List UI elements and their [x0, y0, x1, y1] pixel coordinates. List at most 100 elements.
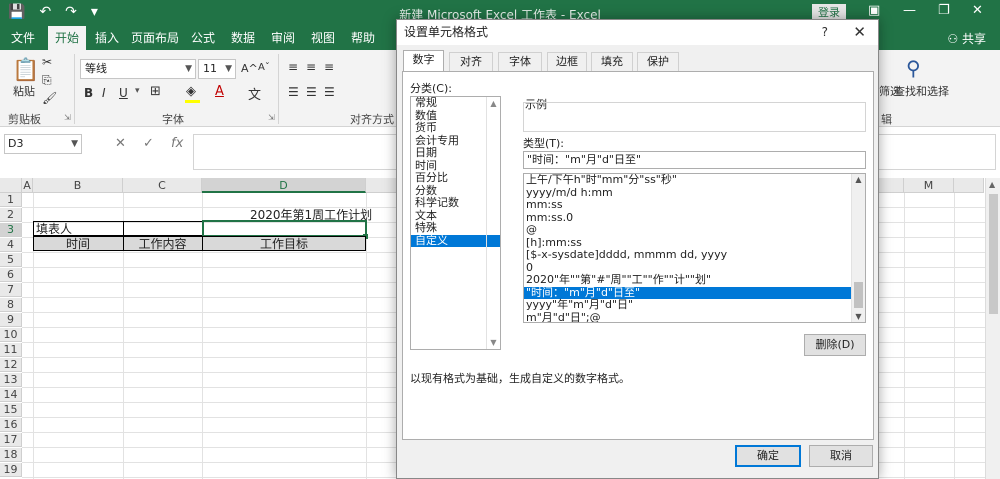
fill-color-icon[interactable]: ◈ [186, 84, 196, 99]
format-code-item[interactable]: [$-x-sysdate]dddd, mmmm dd, yyyy [524, 248, 865, 262]
tab-review[interactable]: 审阅 [266, 26, 300, 50]
phonetic-icon[interactable]: 文 [248, 84, 261, 103]
column-header-l[interactable] [878, 178, 904, 193]
close-dialog-icon[interactable]: ✕ [853, 20, 866, 45]
font-launcher-icon[interactable]: ⇲ [268, 113, 275, 122]
ok-button[interactable]: 确定 [735, 445, 801, 467]
row-header[interactable]: 8 [0, 298, 22, 312]
select-all-corner[interactable] [0, 178, 22, 193]
format-list-scrollbar[interactable]: ▲ ▼ [851, 174, 865, 322]
tab-number[interactable]: 数字 [403, 50, 444, 72]
format-code-item[interactable]: mm:ss.0 [524, 211, 865, 225]
find-and-select-label[interactable]: 查找和选择 [894, 83, 949, 99]
align-middle-icon[interactable]: ≡ [306, 60, 316, 74]
row-header[interactable]: 2 [0, 208, 22, 222]
tab-help[interactable]: 帮助 [346, 26, 380, 50]
align-top-icon[interactable]: ≡ [288, 60, 298, 74]
tab-formulas[interactable]: 公式 [186, 26, 220, 50]
tab-file[interactable]: 文件 [4, 26, 42, 50]
scroll-down-icon[interactable]: ▼ [852, 312, 865, 321]
column-header-e[interactable] [366, 178, 398, 193]
align-right-icon[interactable]: ☰ [324, 85, 335, 99]
tab-page-layout[interactable]: 页面布局 [130, 26, 180, 50]
row-header[interactable]: 16 [0, 418, 22, 432]
format-code-item[interactable]: mm:ss [524, 198, 865, 212]
vertical-scrollbar[interactable]: ▲ [985, 178, 1000, 479]
row-header[interactable]: 10 [0, 328, 22, 342]
close-window-icon[interactable]: ✕ [972, 3, 983, 18]
bold-button[interactable]: B [84, 86, 93, 100]
row-header[interactable]: 13 [0, 373, 22, 387]
row-header[interactable]: 4 [0, 238, 22, 252]
format-code-item[interactable]: @ [524, 223, 865, 237]
format-code-item[interactable]: 上午/下午h"时"mm"分"ss"秒" [524, 174, 865, 187]
tab-protection[interactable]: 保护 [637, 52, 679, 71]
scrollbar-thumb[interactable] [854, 282, 863, 308]
row-header[interactable]: 6 [0, 268, 22, 282]
tab-fill[interactable]: 填充 [591, 52, 633, 71]
column-header-d[interactable]: D [202, 178, 366, 193]
paste-button-label[interactable]: 粘贴 [13, 83, 35, 99]
row-header[interactable]: 1 [0, 193, 22, 207]
row-header[interactable]: 5 [0, 253, 22, 267]
tab-border[interactable]: 边框 [547, 52, 587, 71]
column-header-a[interactable]: A [22, 178, 33, 193]
row-header[interactable]: 14 [0, 388, 22, 402]
column-header-b[interactable]: B [33, 178, 123, 193]
font-size-select[interactable]: 11 ▼ [198, 59, 236, 79]
scroll-up-icon[interactable]: ▲ [487, 99, 500, 108]
confirm-entry-icon[interactable]: ✓ [143, 136, 154, 151]
help-icon[interactable]: ? [822, 20, 828, 45]
cancel-button[interactable]: 取消 [809, 445, 873, 467]
search-icon[interactable]: ⚲ [906, 56, 921, 80]
header-content-cell[interactable]: 工作内容 [123, 237, 202, 251]
italic-button[interactable]: I [102, 86, 106, 100]
name-box[interactable]: D3 ▼ [4, 134, 82, 154]
align-left-icon[interactable]: ☰ [288, 85, 299, 99]
underline-button[interactable]: U [119, 86, 128, 100]
format-code-item[interactable]: yyyy"年"m"月"d"日" [524, 298, 865, 312]
align-bottom-icon[interactable]: ≡ [324, 60, 334, 74]
minimize-icon[interactable]: — [903, 3, 916, 18]
tab-alignment[interactable]: 对齐 [449, 52, 493, 71]
format-code-item[interactable]: yyyy/m/d h:mm [524, 186, 865, 200]
column-header-m[interactable]: M [904, 178, 954, 193]
tab-data[interactable]: 数据 [226, 26, 260, 50]
row-header[interactable]: 15 [0, 403, 22, 417]
header-time-cell[interactable]: 时间 [33, 237, 123, 251]
cut-icon[interactable]: ✂ [42, 55, 52, 69]
scroll-up-icon[interactable]: ▲ [852, 175, 865, 184]
row-header[interactable]: 7 [0, 283, 22, 297]
filler-label-cell[interactable]: 填表人 [36, 222, 72, 236]
row-header[interactable]: 3 [0, 223, 22, 237]
share-button[interactable]: ⚇ 共享 [947, 30, 986, 47]
ribbon-display-icon[interactable]: ▣ [868, 3, 880, 18]
restore-icon[interactable]: ❐ [938, 3, 950, 18]
format-painter-icon[interactable]: 🖌 [42, 91, 57, 105]
copy-icon[interactable]: ⎘ [42, 73, 52, 88]
row-header[interactable]: 18 [0, 448, 22, 462]
row-header[interactable]: 9 [0, 313, 22, 327]
paste-icon[interactable]: 📋 [12, 58, 39, 83]
borders-icon[interactable]: ⊞ [150, 84, 161, 99]
format-code-item[interactable]: 2020"年""第"#"周""工""作""计""划" [524, 273, 865, 287]
cancel-entry-icon[interactable]: ✕ [115, 136, 126, 151]
format-code-list[interactable]: 上午/下午h"时"mm"分"ss"秒" yyyy/m/d h:mm mm:ss mm:… [523, 173, 866, 323]
category-list[interactable]: 常规 数值 货币 会计专用 日期 时间 百分比 分数 科学记数 文本 特殊 自定义 ▲ ▼ [410, 96, 501, 350]
font-color-icon[interactable]: A [215, 84, 224, 99]
scrollbar-thumb[interactable] [989, 194, 998, 314]
shrink-font-icon[interactable]: Aˇ [258, 62, 270, 73]
format-code-item[interactable]: m"月"d"日";@ [524, 311, 865, 322]
type-input[interactable]: "时间："m"月"d"日至" [523, 151, 866, 169]
row-header[interactable]: 17 [0, 433, 22, 447]
row-header[interactable]: 11 [0, 343, 22, 357]
tab-home[interactable]: 开始 [48, 26, 86, 50]
scroll-down-icon[interactable]: ▼ [487, 338, 500, 347]
tab-view[interactable]: 视图 [306, 26, 340, 50]
align-center-icon[interactable]: ☰ [306, 85, 317, 99]
active-cell-d3[interactable] [202, 220, 367, 237]
tab-font[interactable]: 字体 [498, 52, 542, 71]
row-header[interactable]: 19 [0, 463, 22, 477]
column-header-n[interactable] [954, 178, 984, 193]
category-scrollbar[interactable]: ▲ ▼ [486, 97, 500, 349]
